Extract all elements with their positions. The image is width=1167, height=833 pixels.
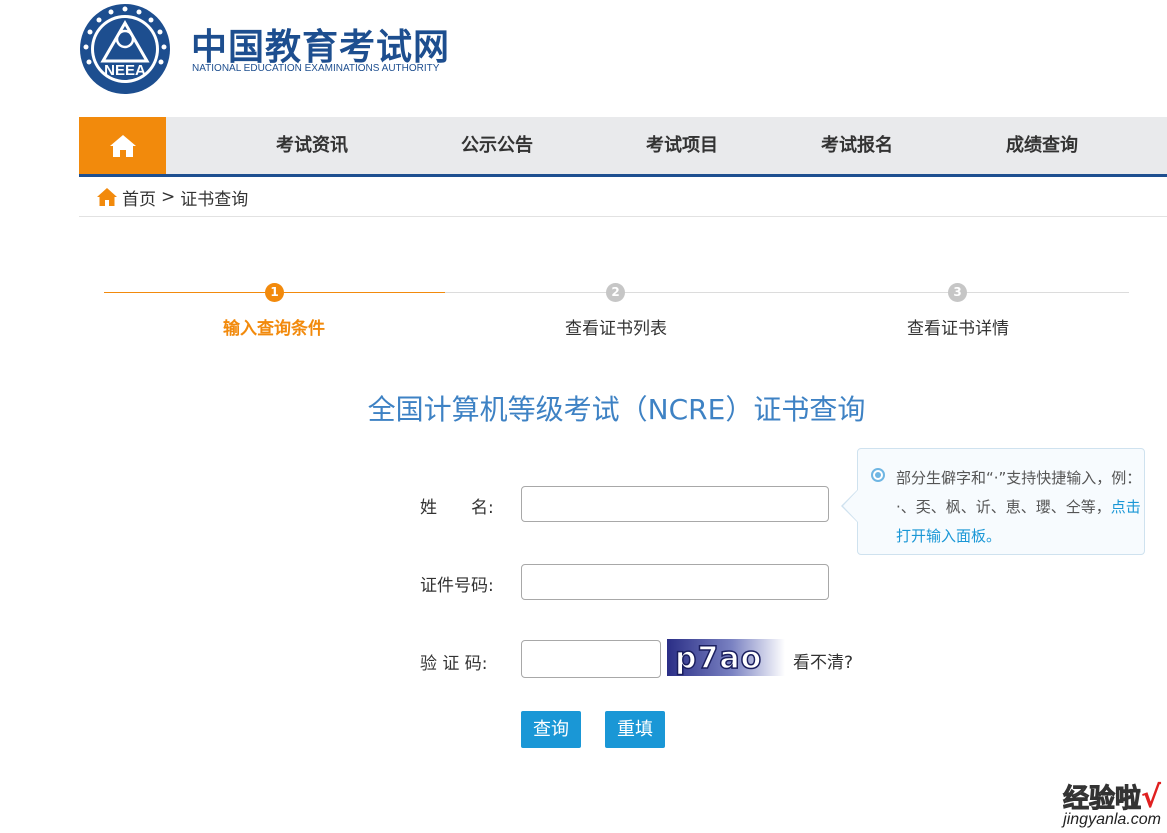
- step-3-label: 查看证书详情: [907, 319, 1009, 339]
- breadcrumb-home-link[interactable]: 首页: [122, 185, 156, 210]
- nav-item-announcements[interactable]: 公示公告: [461, 117, 533, 174]
- breadcrumb-divider: [79, 216, 1167, 217]
- reset-button[interactable]: 重填: [605, 711, 665, 748]
- captcha-label: 验 证 码:: [420, 654, 488, 674]
- breadcrumb-home-icon: [97, 188, 117, 206]
- page-title: 全国计算机等级考试（NCRE）证书查询: [367, 393, 866, 426]
- tip-text: 部分生僻字和“·”支持快捷输入，例：·、奀、枫、䜣、恵、瓔、仝等，点击打开输入面…: [896, 464, 1141, 551]
- breadcrumb-separator: >: [161, 187, 176, 207]
- tip-message: 部分生僻字和“·”支持快捷输入，例：·、奀、枫、䜣、恵、瓔、仝等，: [896, 469, 1134, 516]
- captcha-image[interactable]: p7ao: [667, 639, 785, 676]
- nav-item-registration[interactable]: 考试报名: [821, 117, 893, 174]
- nav-item-score-query[interactable]: 成绩查询: [1006, 117, 1078, 174]
- nav-item-exam-programs[interactable]: 考试项目: [646, 117, 718, 174]
- watermark: 经验啦√ jingyanla.com: [1062, 778, 1161, 829]
- id-number-label: 证件号码:: [420, 576, 494, 596]
- name-label: 姓 名:: [420, 498, 494, 518]
- captcha-input[interactable]: [521, 640, 661, 678]
- captcha-refresh-link[interactable]: 看不清?: [793, 648, 853, 673]
- main-nav: 考试资讯 公示公告 考试项目 考试报名 成绩查询: [79, 117, 1167, 177]
- step-2-dot: 2: [606, 283, 625, 302]
- captcha-text: p7ao: [675, 641, 762, 676]
- watermark-url: jingyanla.com: [1063, 811, 1161, 828]
- watermark-check-icon: √: [1140, 780, 1161, 815]
- tip-radio-icon: [871, 468, 885, 482]
- id-number-input[interactable]: [521, 564, 829, 600]
- home-icon: [109, 134, 136, 157]
- nav-home-button[interactable]: [79, 117, 166, 174]
- step-1-dot: 1: [265, 283, 284, 302]
- nav-item-exam-news[interactable]: 考试资讯: [276, 117, 348, 174]
- breadcrumb-current: 证书查询: [180, 189, 249, 210]
- emblem-text: NEEA: [104, 62, 146, 79]
- step-1-label: 输入查询条件: [223, 319, 325, 339]
- step-2-3-line: [445, 292, 1129, 293]
- site-subtitle: NATIONAL EDUCATION EXAMINATIONS AUTHORIT…: [192, 63, 440, 74]
- breadcrumb: 首页 > 证书查询: [96, 183, 248, 211]
- neea-emblem-logo[interactable]: NEEA: [79, 3, 171, 95]
- step-2-label: 查看证书列表: [565, 319, 667, 339]
- site-header: NEEA 中国教育考试网 NATIONAL EDUCATION EXAMINAT…: [79, 0, 1167, 117]
- query-button[interactable]: 查询: [521, 711, 581, 748]
- tooltip-arrow: [843, 490, 858, 522]
- step-3-dot: 3: [948, 283, 967, 302]
- watermark-cn: 经验啦: [1062, 784, 1141, 815]
- name-input[interactable]: [521, 486, 829, 522]
